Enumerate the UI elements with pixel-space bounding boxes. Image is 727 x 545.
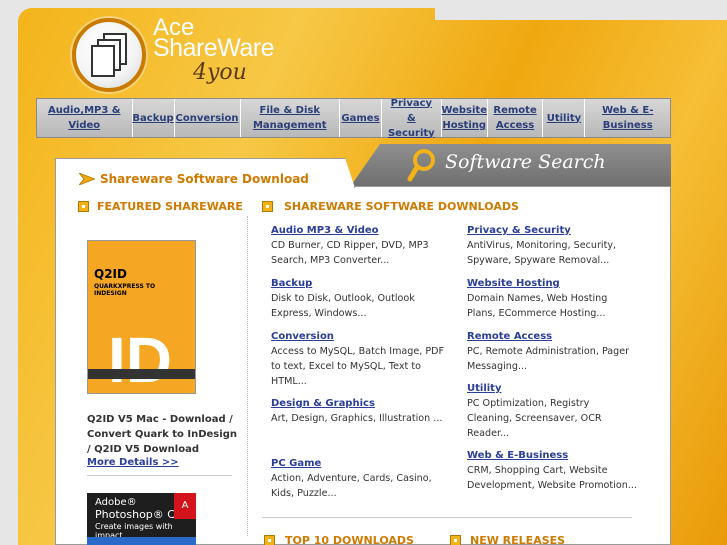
category-link[interactable]: Website Hosting: [467, 277, 637, 291]
bullet-icon: [78, 201, 89, 212]
category-link[interactable]: Web & E-Business: [467, 449, 637, 463]
main-nav: Audio,MP3 & Video Backup Conversion File…: [36, 98, 671, 139]
nav-file-disk-management[interactable]: File & Disk Management: [241, 99, 340, 137]
nav-web-e-business[interactable]: Web & E-Business: [585, 99, 670, 137]
category-desc: Domain Names, Web Hosting Plans, ECommer…: [467, 293, 608, 319]
nav-remote-access[interactable]: Remote Access: [488, 99, 544, 137]
category-desc: PC Optimization, Registry Cleaning, Scre…: [467, 398, 602, 439]
product-subtitle: QUARKXPRESS TO INDESIGN: [94, 283, 156, 297]
featured-heading: FEATURED SHAREWARE: [97, 200, 243, 213]
nav-games[interactable]: Games: [340, 99, 382, 137]
header-cut: [435, 8, 727, 20]
arrow-icon: [79, 173, 95, 185]
photoshop-ad[interactable]: Adobe® Photoshop® CS5 Create images with…: [87, 493, 196, 545]
category-remote-access: Remote Access PC, Remote Administration,…: [467, 330, 637, 374]
category-link[interactable]: Backup: [271, 277, 456, 291]
category-desc: CRM, Shopping Cart, Website Development,…: [467, 465, 637, 491]
nav-website-hosting[interactable]: Website Hosting: [441, 99, 488, 137]
logo-shareware: ShareWare: [153, 34, 275, 62]
bullet-icon: [450, 535, 461, 545]
ad-line1: Adobe®: [95, 497, 137, 508]
category-conversion: Conversion Access to MySQL, Batch Image,…: [271, 330, 456, 389]
adobe-logo-icon: A: [174, 493, 196, 519]
nav-utility[interactable]: Utility: [543, 99, 586, 137]
bullet-icon: [262, 201, 273, 212]
downloads-heading: SHAREWARE SOFTWARE DOWNLOADS: [284, 200, 519, 213]
nav-backup[interactable]: Backup: [132, 99, 175, 137]
category-link[interactable]: Utility: [467, 382, 637, 396]
category-link[interactable]: Conversion: [271, 330, 456, 344]
ad-bar: [87, 537, 196, 545]
category-desc: Art, Design, Graphics, Illustration ...: [271, 413, 443, 424]
featured-product-image[interactable]: Q2ID QUARKXPRESS TO INDESIGN ID: [87, 240, 196, 394]
bullet-icon: [264, 535, 275, 545]
logo-tagline: 4you: [193, 60, 247, 85]
divider: [262, 517, 632, 518]
category-desc: Disk to Disk, Outlook, Outlook Express, …: [271, 293, 415, 319]
page-title: Shareware Software Download: [100, 172, 309, 186]
nav-audio-mp3-video[interactable]: Audio,MP3 & Video: [37, 99, 133, 137]
category-desc: Action, Adventure, Cards, Casino, Kids, …: [271, 473, 432, 499]
category-link[interactable]: Privacy & Security: [467, 224, 637, 238]
category-link[interactable]: PC Game: [271, 457, 456, 471]
column-divider: [247, 216, 248, 536]
category-backup: Backup Disk to Disk, Outlook, Outlook Ex…: [271, 277, 456, 321]
product-title: Q2ID: [94, 267, 127, 281]
category-privacy: Privacy & Security AntiVirus, Monitoring…: [467, 224, 637, 268]
category-design: Design & Graphics Art, Design, Graphics,…: [271, 397, 456, 426]
category-desc: Access to MySQL, Batch Image, PDF to tex…: [271, 346, 445, 387]
category-utility: Utility PC Optimization, Registry Cleani…: [467, 382, 637, 441]
logo-icon[interactable]: [72, 18, 146, 92]
category-link[interactable]: Remote Access: [467, 330, 637, 344]
featured-description: Q2ID V5 Mac - Download / Convert Quark t…: [87, 414, 237, 455]
product-big-letters: ID: [108, 324, 172, 394]
category-audio: Audio MP3 & Video CD Burner, CD Ripper, …: [271, 224, 456, 268]
divider: [87, 475, 232, 476]
category-desc: CD Burner, CD Ripper, DVD, MP3 Search, M…: [271, 240, 429, 266]
software-search-title[interactable]: Software Search: [445, 151, 606, 173]
category-website-hosting: Website Hosting Domain Names, Web Hostin…: [467, 277, 637, 321]
category-desc: PC, Remote Administration, Pager Messagi…: [467, 346, 630, 372]
nav-privacy-security[interactable]: Privacy & Security: [382, 98, 442, 139]
category-web-e-business: Web & E-Business CRM, Shopping Cart, Web…: [467, 449, 637, 493]
new-releases-heading: NEW RELEASES: [470, 534, 566, 545]
product-stripe: [88, 369, 195, 379]
category-pc-game: PC Game Action, Adventure, Cards, Casino…: [271, 457, 456, 501]
category-link[interactable]: Design & Graphics: [271, 397, 456, 411]
category-link[interactable]: Audio MP3 & Video: [271, 224, 456, 238]
more-details-link[interactable]: More Details >>: [87, 457, 179, 468]
category-desc: AntiVirus, Monitoring, Security, Spyware…: [467, 240, 617, 266]
magnifier-icon: [407, 149, 435, 182]
top10-heading: TOP 10 DOWNLOADS: [285, 534, 414, 545]
nav-conversion[interactable]: Conversion: [175, 99, 241, 137]
